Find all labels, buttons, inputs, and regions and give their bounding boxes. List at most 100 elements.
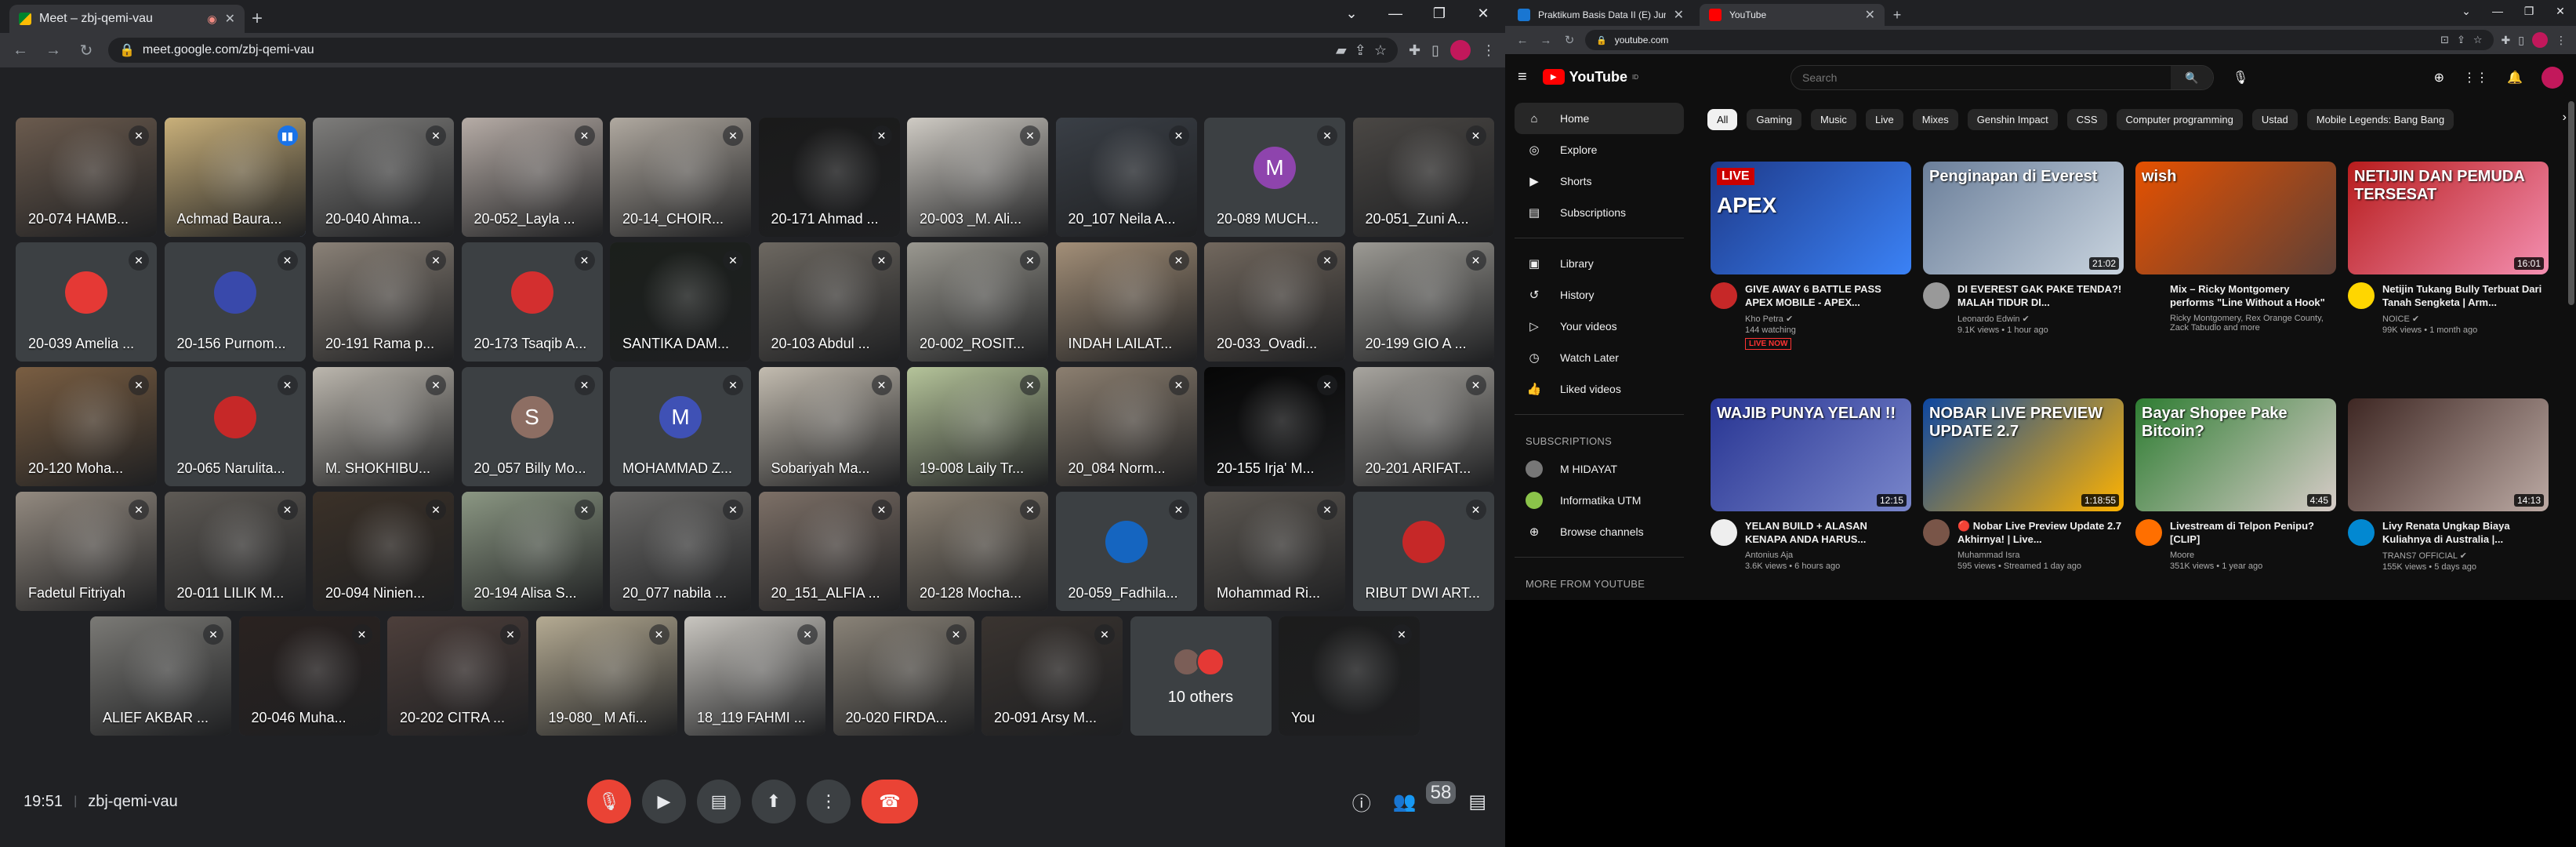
participant-tile[interactable]: ✕ 20-051_Zuni A... xyxy=(1352,118,1494,237)
share-icon[interactable]: ⇪ xyxy=(2457,34,2465,46)
sidebar-item[interactable]: ◷ Watch Later xyxy=(1505,342,1693,373)
video-title[interactable]: DI EVEREST GAK PAKE TENDA?! MALAH TIDUR … xyxy=(1957,282,2124,309)
participant-tile[interactable]: ✕ ALIEF AKBAR ... xyxy=(90,616,231,736)
video-card[interactable]: NOBAR LIVE PREVIEW UPDATE 2.7 1:18:55 🔴 No… xyxy=(1923,398,2124,571)
channel-name[interactable]: Antonius Aja xyxy=(1745,551,1911,560)
chip-music[interactable]: Music xyxy=(1810,108,1856,130)
profile-avatar[interactable] xyxy=(1450,40,1471,60)
channel-name[interactable]: TRANS7 OFFICIAL ✔ xyxy=(2382,551,2549,561)
video-thumbnail[interactable]: WAJIB PUNYA YELAN !! 12:15 xyxy=(1711,398,1911,511)
close-tab-icon[interactable]: ✕ xyxy=(1865,7,1875,23)
participant-tile[interactable]: ✕ 20-103 Abdul ... xyxy=(758,242,900,362)
participant-tile[interactable]: ✕ 19-008 Laily Tr... xyxy=(907,367,1048,486)
restore-icon[interactable]: ❐ xyxy=(2513,0,2545,22)
side-panel-icon[interactable]: ▯ xyxy=(1431,42,1439,59)
close-window-icon[interactable]: ✕ xyxy=(1461,0,1505,27)
chevron-down-icon[interactable]: ⌄ xyxy=(2451,0,2482,22)
video-thumbnail[interactable]: Bayar Shopee Pake Bitcoin? 4:45 xyxy=(2135,398,2336,511)
camera-permission-icon[interactable]: ▰ xyxy=(1336,42,1347,59)
address-bar[interactable]: 🔒 meet.google.com/zbj-qemi-vau ▰ ⇪ ☆ xyxy=(108,38,1398,63)
participant-tile[interactable]: ✕ 20-002_ROSIT... xyxy=(907,242,1048,362)
subscription-item[interactable]: Informatika UTM xyxy=(1505,485,1693,516)
close-window-icon[interactable]: ✕ xyxy=(2545,0,2576,22)
channel-name[interactable]: NOICE ✔ xyxy=(2382,314,2549,324)
share-icon[interactable]: ⇪ xyxy=(1355,42,1366,59)
participant-tile[interactable]: ✕ INDAH LAILAT... xyxy=(1055,242,1197,362)
participant-tile[interactable]: ✕ 20-033_Ovadi... xyxy=(1204,242,1345,362)
chip-gaming[interactable]: Gaming xyxy=(1747,108,1801,130)
minimize-icon[interactable]: — xyxy=(2482,0,2513,22)
leave-call-button[interactable]: ☎ xyxy=(862,780,918,823)
camera-toggle-button[interactable]: ▶ xyxy=(642,780,686,823)
participant-tile[interactable]: ✕ 20_084 Norm... xyxy=(1055,367,1197,486)
create-video-icon[interactable]: ⊕ xyxy=(2434,70,2444,85)
video-card[interactable]: wish Mix – Ricky Montgomery performs "Lin… xyxy=(2135,162,2336,333)
participant-tile[interactable]: M ✕ 20-089 MUCH... xyxy=(1204,118,1345,237)
account-avatar[interactable] xyxy=(2542,67,2563,89)
tab-meet[interactable]: Meet – zbj-qemi-vau ◉ ✕ xyxy=(9,5,245,33)
participant-tile[interactable]: ✕ 20-199 GIO A ... xyxy=(1352,242,1494,362)
participant-tile[interactable]: ✕ 20-039 Amelia ... xyxy=(16,242,157,362)
channel-name[interactable]: Leonardo Edwin ✔ xyxy=(1957,314,2124,324)
sidebar-item[interactable]: ▤ Subscriptions xyxy=(1505,197,1693,228)
participant-tile[interactable]: ✕ 18_119 FAHMI ... xyxy=(684,616,825,736)
sidebar-item[interactable]: ▷ Your videos xyxy=(1505,311,1693,342)
video-title[interactable]: YELAN BUILD + ALASAN KENAPA ANDA HARUS..… xyxy=(1745,519,1911,546)
participant-tile[interactable]: ✕ 20-046 Muha... xyxy=(238,616,380,736)
participant-tile[interactable]: ✕ 20_077 nabila ... xyxy=(610,492,751,611)
video-thumbnail[interactable]: 14:13 xyxy=(2348,398,2549,511)
video-card[interactable]: 14:13 Livy Renata Ungkap Biaya Kuliahnya … xyxy=(2348,398,2549,572)
sidebar-item[interactable]: ▶ Shorts xyxy=(1505,165,1693,197)
video-thumbnail[interactable]: Penginapan di Everest 21:02 xyxy=(1923,162,2124,274)
participant-tile[interactable]: ✕ 20-074 HAMB... xyxy=(16,118,157,237)
video-thumbnail[interactable]: LIVE APEX xyxy=(1711,162,1911,274)
participant-tile[interactable]: ✕ 20-040 Ahma... xyxy=(313,118,454,237)
sidebar-item[interactable]: ▣ Library xyxy=(1505,248,1693,279)
participant-tile[interactable]: ✕ RIBUT DWI ART... xyxy=(1352,492,1494,611)
participant-tile[interactable]: ✕ 20-003 _M. Ali... xyxy=(907,118,1048,237)
video-title[interactable]: Livestream di Telpon Penipu? [CLIP] xyxy=(2170,519,2336,546)
forward-icon[interactable]: → xyxy=(42,42,64,60)
chip-genshin-impact[interactable]: Genshin Impact xyxy=(1967,108,2058,130)
channel-avatar[interactable] xyxy=(2135,519,2162,546)
participant-tile[interactable]: ✕ 20_151_ALFIA ... xyxy=(758,492,900,611)
apps-grid-icon[interactable]: ⋮⋮ xyxy=(2463,70,2488,85)
video-card[interactable]: LIVE APEX GIVE AWAY 6 BATTLE PASS APEX MOB… xyxy=(1711,162,1911,350)
channel-avatar[interactable] xyxy=(2348,519,2375,546)
participant-tile[interactable]: ✕ You xyxy=(1279,616,1420,736)
more-options-button[interactable]: ⋮ xyxy=(807,780,851,823)
video-card[interactable]: NETIJIN DAN PEMUDA TERSESAT 16:01 Netijin … xyxy=(2348,162,2549,335)
participant-tile[interactable]: ✕ 20-094 Ninien... xyxy=(313,492,454,611)
chip-ustad[interactable]: Ustad xyxy=(2251,108,2298,130)
new-tab-button[interactable]: + xyxy=(1885,4,1910,26)
participant-tile[interactable]: ✕ 20-065 Narulita... xyxy=(164,367,306,486)
participant-tile[interactable]: ✕ 20-155 Irja' M... xyxy=(1204,367,1345,486)
scrollbar[interactable] xyxy=(2568,101,2574,305)
participant-tile[interactable]: ✕ Fadetul Fitriyah xyxy=(16,492,157,611)
chip-css[interactable]: CSS xyxy=(2066,108,2107,130)
subscription-item[interactable]: M HIDAYAT xyxy=(1505,453,1693,485)
participant-tile[interactable]: ✕ Mohammad Ri... xyxy=(1204,492,1345,611)
hamburger-menu-icon[interactable]: ≡ xyxy=(1518,68,1527,86)
participant-tile[interactable]: ✕ 20_107 Neila A... xyxy=(1055,118,1197,237)
participant-tile[interactable]: ✕ 20-156 Purnom... xyxy=(164,242,306,362)
sidebar-item[interactable]: 👍 Liked videos xyxy=(1505,373,1693,405)
notifications-bell-icon[interactable]: 🔔 xyxy=(2507,70,2523,85)
search-input[interactable] xyxy=(1791,71,2171,84)
channel-avatar[interactable] xyxy=(1711,519,1737,546)
restore-icon[interactable]: ❐ xyxy=(1417,0,1461,27)
participant-tile[interactable]: ✕ 20-171 Ahmad ... xyxy=(758,118,900,237)
extensions-icon[interactable]: ✚ xyxy=(2502,34,2511,47)
participant-tile[interactable]: ✕ 20-120 Moha... xyxy=(16,367,157,486)
chip-mobile-legends-bang-bang[interactable]: Mobile Legends: Bang Bang xyxy=(2306,108,2454,130)
participant-tile[interactable]: ✕ 20-052_Layla ... xyxy=(461,118,603,237)
more-item[interactable]: ▶YouTube Premium xyxy=(1505,596,1693,600)
reload-icon[interactable]: ↻ xyxy=(75,41,97,60)
voice-search-button[interactable]: 🎙 xyxy=(2228,65,2253,90)
participant-tile[interactable]: ✕ 20-128 Mocha... xyxy=(907,492,1048,611)
new-tab-button[interactable]: + xyxy=(245,5,270,33)
participant-tile[interactable]: ✕ 20-194 Alisa S... xyxy=(461,492,603,611)
present-button[interactable]: ⬆ xyxy=(752,780,796,823)
channel-avatar[interactable] xyxy=(1711,282,1737,309)
side-panel-icon[interactable]: ▯ xyxy=(2518,34,2524,47)
